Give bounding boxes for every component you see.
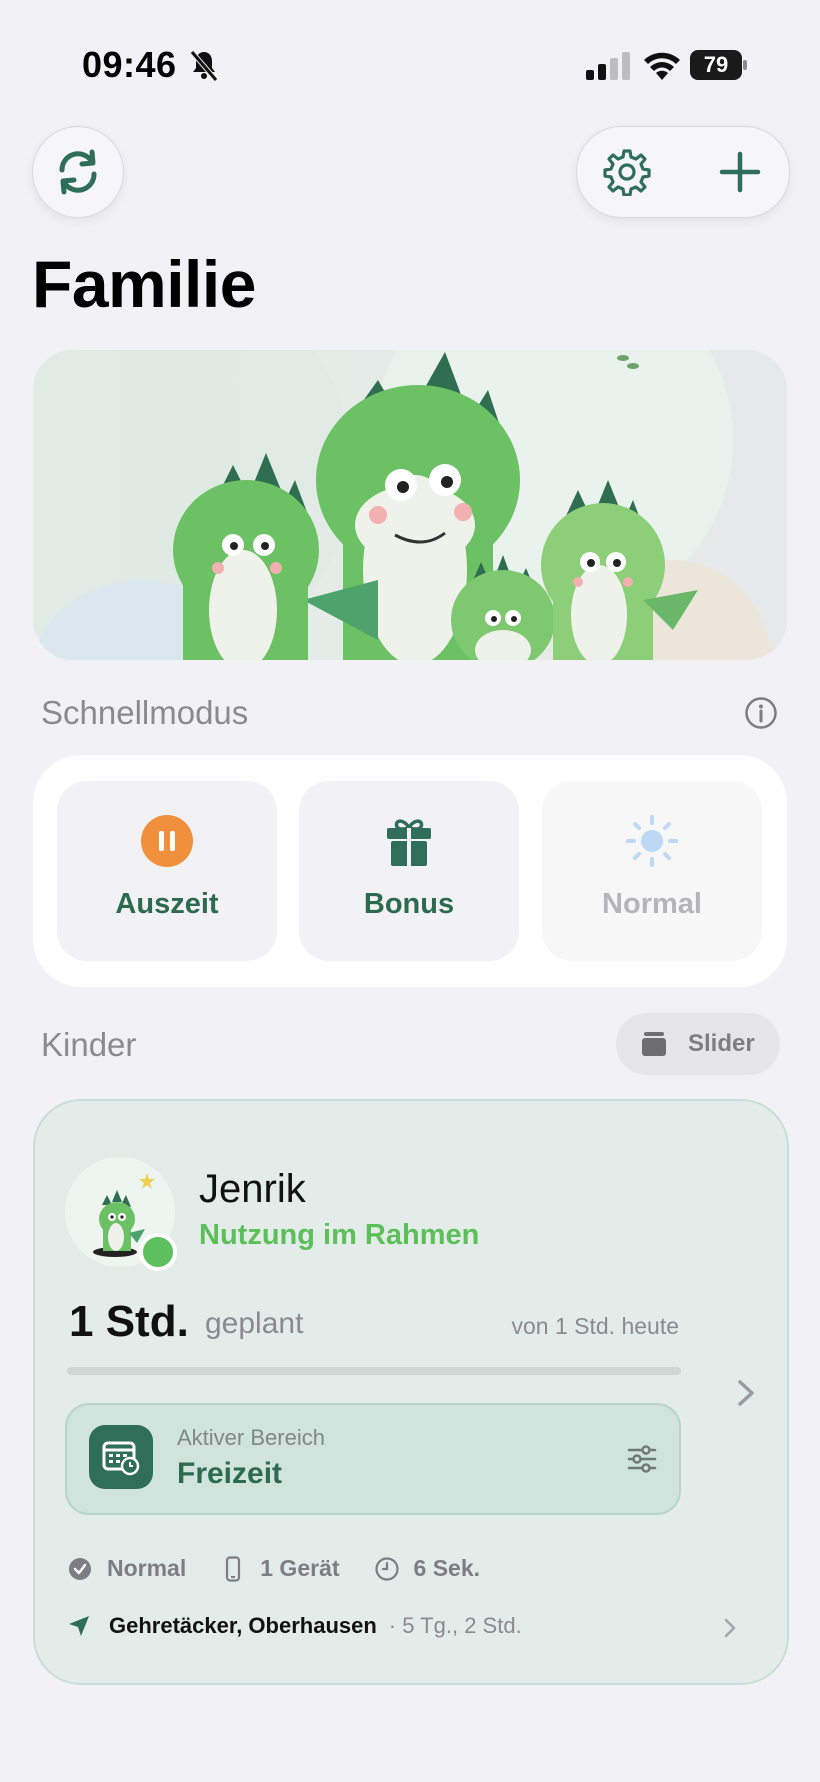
chevron-right-icon bbox=[724, 1618, 736, 1638]
mode-timeout-button[interactable]: Auszeit bbox=[57, 781, 277, 961]
quick-mode-header: Schnellmodus bbox=[41, 694, 249, 731]
meta-devices: 1 Gerät bbox=[220, 1555, 340, 1582]
add-icon[interactable] bbox=[717, 149, 763, 195]
battery-indicator: 79 bbox=[690, 50, 748, 80]
usage-progress-bar bbox=[67, 1367, 681, 1375]
active-area-value: Freizeit bbox=[177, 1457, 283, 1490]
daily-limit-label: von 1 Std. heute bbox=[511, 1313, 679, 1339]
meta-mode-label: Normal bbox=[107, 1555, 187, 1581]
chevron-right-icon[interactable] bbox=[737, 1379, 755, 1407]
sliders-icon[interactable] bbox=[627, 1445, 657, 1473]
calendar-clock-icon bbox=[89, 1425, 153, 1489]
battery-level: 79 bbox=[703, 52, 729, 77]
mode-bonus-button[interactable]: Bonus bbox=[299, 781, 519, 961]
active-area-kicker: Aktiver Bereich bbox=[177, 1425, 325, 1450]
refresh-icon bbox=[59, 149, 97, 195]
children-header: Kinder bbox=[41, 1026, 137, 1063]
stack-icon bbox=[642, 1032, 666, 1056]
sun-icon bbox=[626, 815, 678, 867]
mode-bonus-label: Bonus bbox=[363, 888, 455, 920]
location-since: · 5 Tg., 2 Std. bbox=[388, 1613, 522, 1638]
page-title: Familie bbox=[32, 247, 256, 321]
planned-label: geplant bbox=[205, 1307, 304, 1340]
quick-mode-card: Auszeit Bonus Normal bbox=[33, 755, 787, 987]
location-place: Gehretäcker, Oberhausen bbox=[109, 1613, 377, 1638]
child-card[interactable]: Jenrik Nutzung im Rahmen 1 Std. geplant … bbox=[33, 1099, 789, 1685]
planned-time: 1 Std. bbox=[69, 1297, 189, 1346]
gear-icon[interactable] bbox=[603, 148, 651, 196]
child-name: Jenrik bbox=[199, 1167, 306, 1211]
mode-normal-button[interactable]: Normal bbox=[542, 781, 762, 961]
phone-icon bbox=[226, 1555, 241, 1582]
info-icon[interactable] bbox=[744, 696, 778, 730]
header-actions bbox=[576, 126, 790, 218]
wifi-icon bbox=[644, 52, 680, 80]
status-time: 09:46 bbox=[82, 44, 177, 85]
family-hero-illustration bbox=[33, 350, 787, 660]
location-arrow-icon bbox=[69, 1616, 89, 1636]
meta-devices-label: 1 Gerät bbox=[260, 1555, 340, 1581]
checkmark-circle-icon bbox=[69, 1557, 91, 1580]
meta-mode: Normal bbox=[67, 1555, 186, 1582]
child-usage-status: Nutzung im Rahmen bbox=[199, 1219, 480, 1251]
slider-view-toggle[interactable]: Slider bbox=[616, 1013, 780, 1075]
mode-timeout-label: Auszeit bbox=[115, 888, 219, 920]
meta-duration-label: 6 Sek. bbox=[413, 1555, 481, 1581]
gift-icon bbox=[387, 819, 431, 866]
location-row[interactable]: Gehretäcker, Oberhausen · 5 Tg., 2 Std. bbox=[67, 1613, 747, 1639]
slider-view-label: Slider bbox=[688, 1030, 755, 1057]
cellular-signal-icon bbox=[586, 52, 630, 80]
active-area-panel[interactable]: Aktiver Bereich Freizeit bbox=[65, 1403, 681, 1515]
refresh-button[interactable] bbox=[32, 126, 124, 218]
online-status-dot bbox=[139, 1233, 177, 1271]
bell-muted-icon bbox=[190, 50, 218, 82]
mode-normal-label: Normal bbox=[602, 888, 702, 920]
clock-icon bbox=[374, 1556, 399, 1581]
child-meta-row: Normal 1 Gerät 6 Sek. bbox=[67, 1555, 514, 1582]
meta-duration: 6 Sek. bbox=[374, 1555, 481, 1582]
pause-icon bbox=[141, 815, 193, 867]
